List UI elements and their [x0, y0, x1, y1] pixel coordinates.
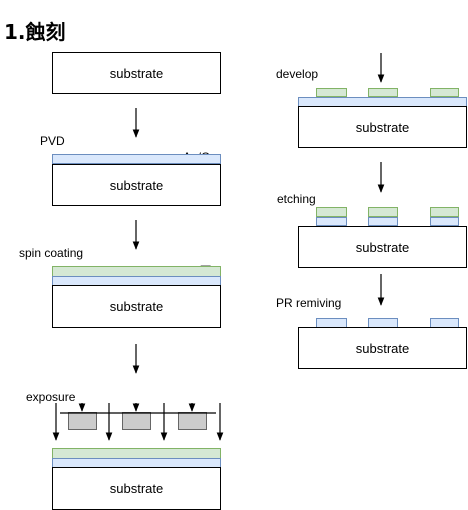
- process-arrows: [52, 53, 385, 441]
